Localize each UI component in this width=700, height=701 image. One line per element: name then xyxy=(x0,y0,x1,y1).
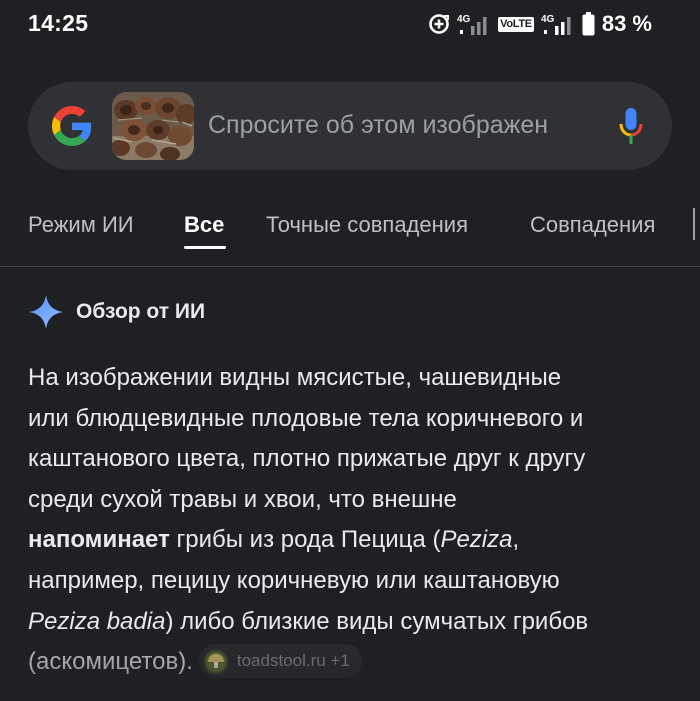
status-time: 14:25 xyxy=(28,10,89,36)
network-label: 4G xyxy=(457,14,471,25)
ai-text-line: На изображении видны мясистые, чашевидны… xyxy=(28,364,562,391)
latin-name: Peziza badia xyxy=(28,607,166,635)
latin-name: Peziza xyxy=(440,526,513,554)
ai-text-line: Peziza badia) либо близкие виды сумчатых… xyxy=(28,602,678,643)
ai-text-fragment: грибы из рода Пецица ( xyxy=(169,526,441,554)
tabs-overflow-divider xyxy=(693,208,695,240)
status-icons: 4G VoLTE 4G 83 % xyxy=(428,11,652,37)
tab-ai-mode[interactable]: Режим ИИ xyxy=(28,212,134,238)
ai-text-line: напоминает грибы из рода Пецица (Peziza, xyxy=(28,520,678,561)
ai-text-line: среди сухой травы и хвои, что внешне xyxy=(28,485,457,513)
signal-icon: 4G xyxy=(457,12,491,36)
battery-percent: 83 % xyxy=(601,11,652,36)
search-bar[interactable]: Спросите об этом изображен xyxy=(28,82,672,170)
tab-all[interactable]: Все xyxy=(184,212,224,238)
ai-overview-header: Обзор от ИИ xyxy=(28,294,205,330)
ai-text-fragment: ) либо близкие виды сумчатых грибов xyxy=(165,607,589,635)
google-logo-icon[interactable] xyxy=(52,106,92,146)
signal-icon-2: 4G xyxy=(541,12,575,36)
source-chip[interactable]: toadstool.ru +1 xyxy=(198,643,362,678)
tab-exact-matches[interactable]: Точные совпадения xyxy=(266,212,468,238)
status-bar: 14:25 4G VoLTE 4G 83 % xyxy=(0,0,700,50)
network-label-2: 4G xyxy=(541,14,555,25)
mic-icon[interactable] xyxy=(618,107,644,145)
battery-icon xyxy=(582,12,595,36)
active-tab-indicator xyxy=(184,246,226,249)
ai-overview-title: Обзор от ИИ xyxy=(76,300,206,323)
ai-overview-text: На изображении видны мясистые, чашевидны… xyxy=(28,358,678,683)
highlight-word: напоминает xyxy=(28,526,170,554)
search-tabs: Режим ИИ Все Точные совпадения Совпадени… xyxy=(0,200,700,267)
ai-text-line: каштанового цвета, плотно прижатые друг … xyxy=(28,445,586,473)
search-input[interactable]: Спросите об этом изображен xyxy=(208,111,578,140)
toadstool-favicon-icon xyxy=(203,648,229,675)
source-chip-label: toadstool.ru +1 xyxy=(236,650,350,670)
ai-text-line: (аскомицетов). toadstool.ru +1 xyxy=(28,642,678,683)
tab-matches[interactable]: Совпадения xyxy=(530,212,655,238)
query-image-thumbnail[interactable] xyxy=(112,92,194,160)
ai-text-fragment: , xyxy=(512,526,520,554)
sparkle-icon xyxy=(28,294,64,330)
ai-text-fragment: (аскомицетов). xyxy=(28,648,193,676)
ai-text-line: например, пецицу коричневую или каштанов… xyxy=(28,566,560,594)
sync-icon xyxy=(428,13,450,35)
ai-text-line: или блюдцевидные плодовые тела коричнево… xyxy=(28,404,584,432)
volte-badge: VoLTE xyxy=(498,16,534,32)
